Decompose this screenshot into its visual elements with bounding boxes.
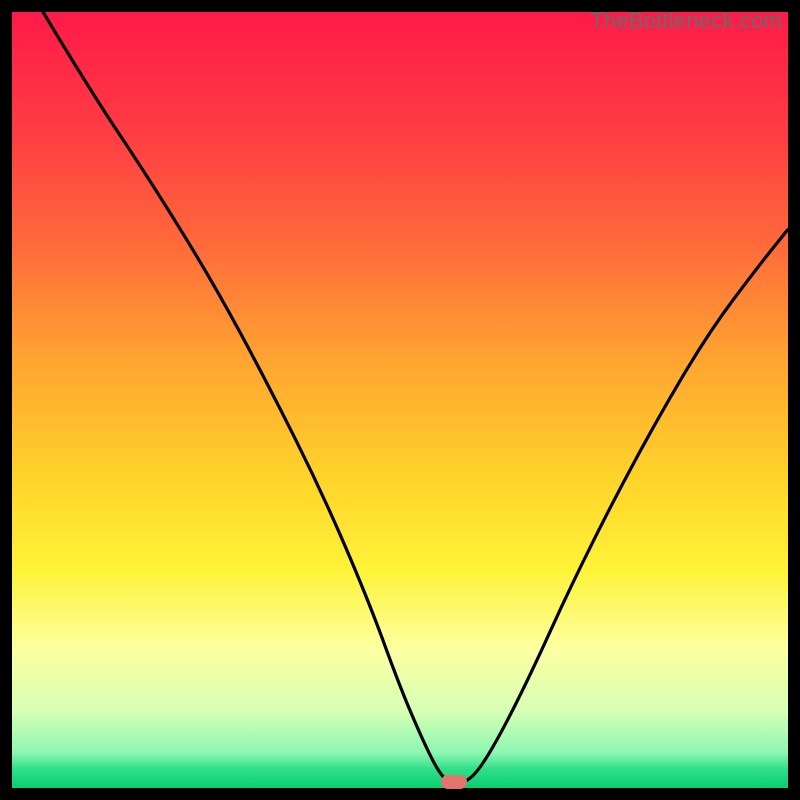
bottleneck-chart xyxy=(12,12,788,788)
optimal-point-marker xyxy=(441,775,467,789)
watermark-text: TheBottleneck.com xyxy=(590,8,782,34)
gradient-background xyxy=(12,12,788,788)
chart-frame: TheBottleneck.com xyxy=(12,12,788,788)
